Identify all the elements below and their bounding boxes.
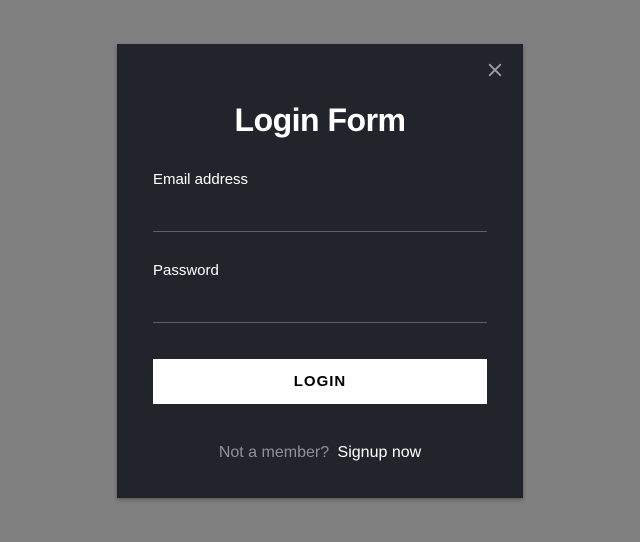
email-label: Email address [153,171,487,188]
close-icon [486,61,504,84]
signup-prompt: Not a member? [219,444,329,461]
login-modal: Login Form Email address Password LOGIN … [117,44,523,498]
modal-title: Login Form [153,102,487,139]
email-field-group: Email address [153,171,487,232]
password-input[interactable] [153,287,487,323]
signup-row: Not a member? Signup now [153,444,487,462]
signup-link[interactable]: Signup now [338,444,422,461]
password-label: Password [153,262,487,279]
login-button[interactable]: LOGIN [153,359,487,404]
password-field-group: Password [153,262,487,323]
close-button[interactable] [483,60,507,84]
email-input[interactable] [153,196,487,232]
